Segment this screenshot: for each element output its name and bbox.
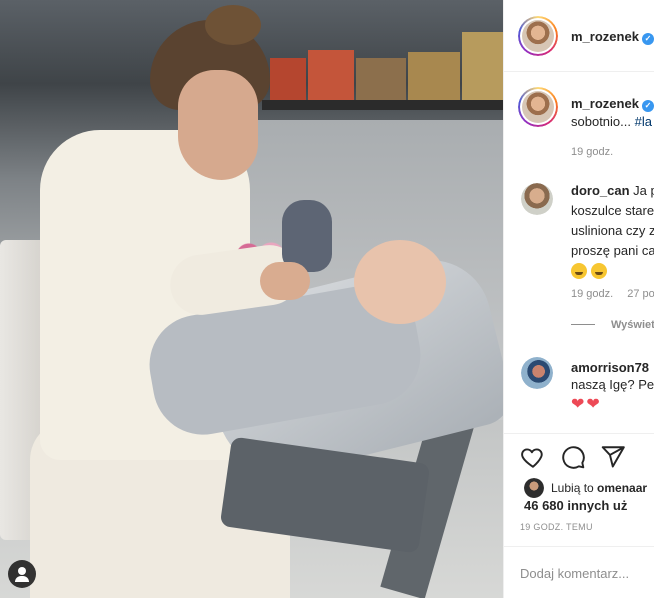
comments-list: m_rozenek ✓ sobotnio... #la 19 godz. doro… — [504, 73, 654, 433]
post-header: m_rozenek ✓ — [504, 0, 654, 72]
liked-by-line: Lubią to omenaar — [551, 481, 648, 495]
comment-line: doro_can Ja p — [571, 183, 654, 198]
comment-time[interactable]: 19 godz. — [571, 288, 613, 300]
post-timestamp[interactable]: 19 GODZ. TEMU — [520, 522, 593, 532]
verified-badge-icon: ✓ — [641, 100, 654, 112]
smile-emoji-icon — [571, 263, 587, 279]
comment-emojis — [571, 263, 611, 279]
add-comment-section — [504, 546, 654, 598]
comment-line: koszulce stare — [571, 203, 654, 218]
liker-username[interactable]: omenaar — [597, 481, 647, 495]
comment-bubble-icon[interactable] — [560, 444, 586, 470]
comment-line: naszą Igę? Pev — [571, 377, 654, 392]
woman-face — [178, 70, 258, 180]
post-photo[interactable] — [0, 0, 503, 598]
comment-line: proszę pani ca — [571, 243, 654, 258]
commenter-username[interactable]: amorrison78 — [571, 360, 649, 375]
comment-meta: 19 godz. 27 po — [571, 288, 654, 300]
commenter-avatar[interactable] — [521, 357, 553, 389]
caption-text: sobotnio... #la — [571, 114, 652, 129]
heart-outline-icon[interactable] — [520, 444, 546, 470]
laugh-emoji-icon — [591, 263, 607, 279]
woman-hair-bun — [205, 5, 261, 45]
commenter-username[interactable]: doro_can — [571, 183, 630, 198]
add-comment-input[interactable] — [520, 562, 654, 584]
likes-summary: Lubią to omenaar 46 680 innych uż — [504, 478, 654, 518]
likes-count[interactable]: 46 680 innych uż — [524, 498, 627, 513]
post-actions — [504, 433, 654, 478]
red-heart-emoji-icon: ❤ — [586, 396, 600, 413]
caption-time[interactable]: 19 godz. — [571, 146, 613, 158]
woman-hand — [260, 262, 310, 300]
comment-line: amorrison78 — [571, 360, 649, 375]
replies-dash — [571, 324, 595, 325]
comment-line: usliniona czy z — [571, 223, 654, 238]
comment-hearts: ❤ ❤ — [571, 394, 602, 414]
hashtag-link[interactable]: #la — [635, 114, 652, 129]
liker-avatar[interactable] — [524, 478, 544, 498]
shelf — [262, 100, 503, 110]
bookshelf-books — [270, 18, 503, 102]
caption-avatar[interactable] — [518, 87, 558, 127]
view-replies-button[interactable]: Wyświet — [571, 319, 654, 331]
user-tag-icon[interactable] — [8, 560, 36, 588]
comment-likes[interactable]: 27 po — [627, 288, 654, 300]
commenter-avatar[interactable] — [521, 183, 553, 215]
red-heart-emoji-icon: ❤ — [571, 396, 585, 413]
verified-badge-icon: ✓ — [641, 33, 654, 45]
author-avatar[interactable] — [518, 16, 558, 56]
caption-username[interactable]: m_rozenek ✓ — [571, 96, 654, 112]
baby-head — [354, 240, 446, 324]
paper-plane-icon[interactable] — [600, 444, 626, 470]
post-side-panel: m_rozenek ✓ m_rozenek ✓ sobotnio... #la 19… — [503, 0, 654, 598]
author-username[interactable]: m_rozenek ✓ — [571, 29, 654, 45]
